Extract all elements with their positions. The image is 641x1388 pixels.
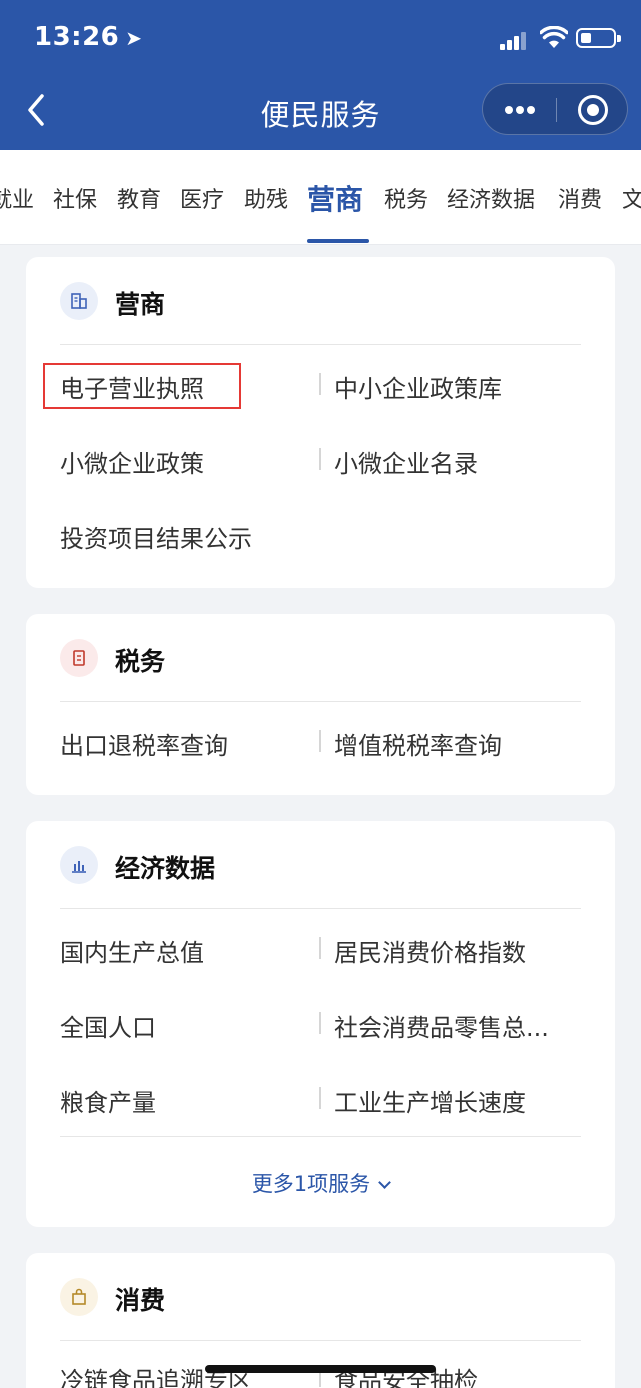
- location-arrow-icon: ➤: [125, 26, 143, 50]
- card-economic-data: 经济数据 国内生产总值 居民消费价格指数 全国人口 社会消费品零售总... 粮食…: [26, 821, 615, 1227]
- cellular-signal-icon: [500, 32, 530, 50]
- tab-economic-data[interactable]: 经济数据: [447, 182, 535, 214]
- wifi-icon: [540, 26, 568, 48]
- more-services-link[interactable]: 更多1项服务: [26, 1168, 615, 1198]
- status-time: 13:26 ➤: [34, 22, 143, 52]
- header: 13:26 ➤ 便民服务: [0, 0, 641, 150]
- column-divider: [319, 448, 321, 470]
- service-micro-business-directory[interactable]: 小微企业名录: [334, 444, 478, 479]
- tab-tax[interactable]: 税务: [384, 182, 428, 214]
- category-tabs: 就业 社保 教育 医疗 助残 营商 税务 经济数据 消费 文: [0, 150, 641, 245]
- service-vat-rate-query[interactable]: 增值税税率查询: [334, 726, 502, 761]
- card-title: 营商: [115, 290, 166, 319]
- close-mini-program-button[interactable]: [557, 84, 629, 136]
- column-divider: [319, 1087, 321, 1109]
- tab-medical[interactable]: 医疗: [180, 182, 224, 214]
- tab-employment[interactable]: 就业: [0, 182, 34, 214]
- card-title: 经济数据: [115, 854, 216, 883]
- service-micro-business-policy[interactable]: 小微企业政策: [60, 444, 204, 479]
- tab-consumption[interactable]: 消费: [558, 182, 602, 214]
- divider: [60, 344, 581, 345]
- card-business: 营商 电子营业执照 中小企业政策库 小微企业政策 小微企业名录 投资项目结果公示: [26, 257, 615, 588]
- tax-doc-icon: [60, 639, 98, 677]
- divider: [60, 908, 581, 909]
- column-divider: [319, 730, 321, 752]
- shopping-bag-icon: [60, 1278, 98, 1316]
- service-national-population[interactable]: 全国人口: [60, 1008, 156, 1043]
- service-gdp[interactable]: 国内生产总值: [60, 933, 204, 968]
- column-divider: [319, 937, 321, 959]
- tab-social-security[interactable]: 社保: [53, 182, 97, 214]
- column-divider: [319, 1012, 321, 1034]
- tab-education[interactable]: 教育: [117, 182, 161, 214]
- service-sme-policy-library[interactable]: 中小企业政策库: [334, 369, 502, 404]
- card-title: 税务: [115, 647, 166, 676]
- service-investment-project-results[interactable]: 投资项目结果公示: [60, 519, 252, 554]
- service-cpi[interactable]: 居民消费价格指数: [334, 933, 526, 968]
- card-tax: 税务 出口退税率查询 增值税税率查询: [26, 614, 615, 795]
- mini-program-capsule: [482, 83, 628, 135]
- service-retail-sales-total[interactable]: 社会消费品零售总...: [334, 1008, 549, 1043]
- tab-business[interactable]: 营商: [307, 178, 363, 218]
- nav-bar: 便民服务: [0, 78, 641, 142]
- divider: [60, 701, 581, 702]
- card-title: 消费: [115, 1286, 166, 1315]
- column-divider: [319, 373, 321, 395]
- tab-disability-aid[interactable]: 助残: [244, 182, 288, 214]
- tab-culture[interactable]: 文: [622, 182, 641, 214]
- home-indicator[interactable]: [205, 1365, 436, 1373]
- building-icon: [60, 282, 98, 320]
- service-industrial-growth[interactable]: 工业生产增长速度: [334, 1083, 526, 1118]
- bar-chart-icon: [60, 846, 98, 884]
- service-grain-output[interactable]: 粮食产量: [60, 1083, 156, 1118]
- active-tab-underline: [307, 239, 369, 243]
- status-bar: 13:26 ➤: [0, 0, 641, 76]
- battery-icon: [576, 28, 621, 48]
- more-options-button[interactable]: [483, 84, 556, 136]
- service-export-tax-rebate-rate[interactable]: 出口退税率查询: [60, 726, 228, 761]
- divider: [60, 1136, 581, 1137]
- divider: [60, 1340, 581, 1341]
- service-e-business-license[interactable]: 电子营业执照: [60, 369, 204, 404]
- chevron-down-icon: [378, 1176, 392, 1189]
